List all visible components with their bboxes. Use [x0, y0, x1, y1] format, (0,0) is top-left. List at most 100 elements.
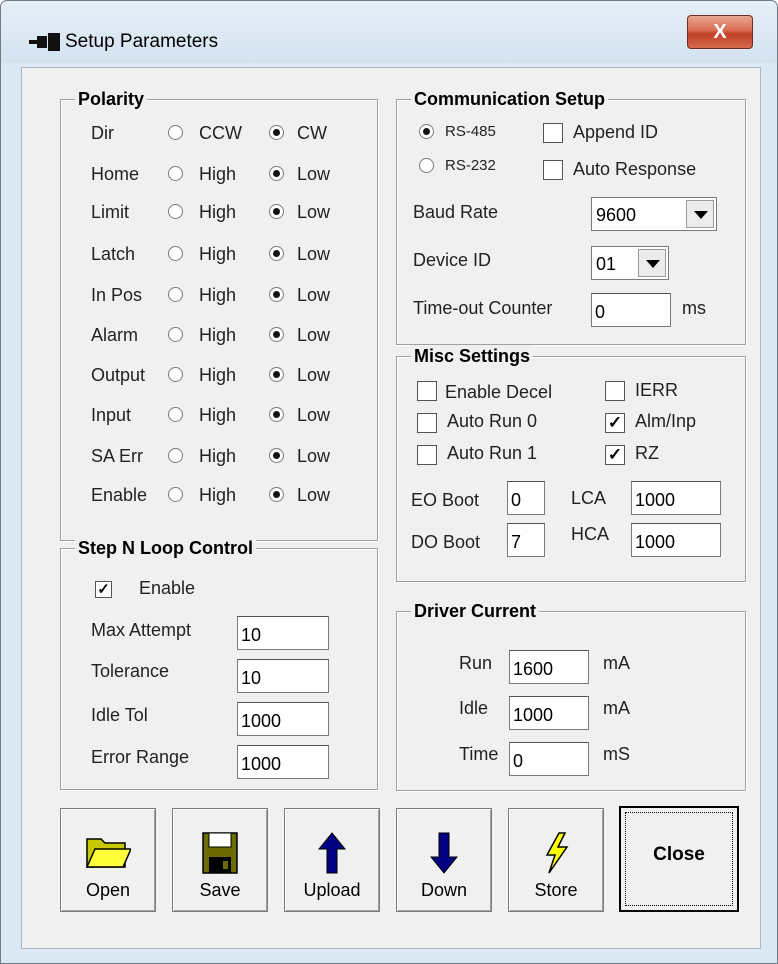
communication-group: Communication Setup RS-485 RS-232 Append… [396, 88, 746, 345]
run-input[interactable]: 1600 [509, 650, 589, 684]
timeout-input[interactable]: 0 [591, 293, 671, 327]
polarity-option2-radio[interactable] [269, 327, 284, 342]
time-unit: mS [603, 744, 630, 764]
append-id-label: Append ID [573, 122, 659, 142]
arrow-down-icon [429, 832, 459, 874]
time-input[interactable]: 0 [509, 742, 589, 776]
hca-label: HCA [571, 524, 610, 544]
step-loop-group: Step N Loop Control ✓ Enable Max Attempt… [60, 537, 378, 790]
auto-run0-label: Auto Run 0 [447, 411, 538, 431]
polarity-option2-radio[interactable] [269, 204, 284, 219]
auto-response-checkbox[interactable] [543, 160, 563, 180]
polarity-row-label: Input [91, 405, 132, 425]
polarity-option2-radio[interactable] [269, 407, 284, 422]
tolerance-input[interactable]: 10 [237, 659, 329, 693]
window-close-button[interactable]: X [687, 15, 753, 49]
store-button[interactable]: Store [508, 808, 604, 912]
chevron-down-icon[interactable] [638, 249, 666, 277]
down-button[interactable]: Down [396, 808, 492, 912]
upload-button-label: Upload [303, 880, 361, 900]
hca-input[interactable]: 1000 [631, 523, 721, 557]
rz-label: RZ [635, 443, 659, 463]
store-button-label: Store [534, 880, 578, 900]
rs485-radio[interactable] [419, 124, 434, 139]
error-range-label: Error Range [91, 747, 190, 767]
auto-response-label: Auto Response [573, 159, 697, 179]
append-id-checkbox[interactable] [543, 123, 563, 143]
tolerance-label: Tolerance [91, 661, 170, 681]
polarity-option2-radio[interactable] [269, 448, 284, 463]
polarity-row-label: Output [91, 365, 146, 385]
polarity-option1-radio[interactable] [168, 448, 183, 463]
error-range-input[interactable]: 1000 [237, 745, 329, 779]
polarity-option2-radio[interactable] [269, 246, 284, 261]
eo-boot-input[interactable]: 0 [507, 481, 545, 515]
auto-run1-checkbox[interactable] [417, 445, 437, 465]
step-loop-enable-checkbox[interactable]: ✓ [95, 581, 112, 598]
polarity-option2-radio[interactable] [269, 287, 284, 302]
eo-boot-label: EO Boot [411, 490, 480, 510]
idle-unit: mA [603, 698, 630, 718]
polarity-option1-radio[interactable] [168, 487, 183, 502]
idle-tol-input[interactable]: 1000 [237, 702, 329, 736]
open-button[interactable]: Open [60, 808, 156, 912]
polarity-option1-radio[interactable] [168, 204, 183, 219]
polarity-option1-radio[interactable] [168, 407, 183, 422]
polarity-option1-radio[interactable] [168, 327, 183, 342]
polarity-option1-label: CCW [199, 123, 242, 143]
polarity-option2-label: Low [297, 244, 331, 264]
idle-input[interactable]: 1000 [509, 696, 589, 730]
lca-input[interactable]: 1000 [631, 481, 721, 515]
baud-rate-label: Baud Rate [413, 202, 499, 222]
polarity-option2-label: CW [297, 123, 327, 143]
folder-icon [85, 838, 131, 868]
polarity-option2-radio[interactable] [269, 125, 284, 140]
alm-inp-checkbox[interactable]: ✓ [605, 413, 625, 433]
polarity-option2-radio[interactable] [269, 487, 284, 502]
polarity-option2-label: Low [297, 325, 331, 345]
save-button[interactable]: Save [172, 808, 268, 912]
open-button-label: Open [85, 880, 131, 900]
polarity-option2-radio[interactable] [269, 166, 284, 181]
floppy-disk-icon [202, 832, 238, 874]
do-boot-input[interactable]: 7 [507, 523, 545, 557]
polarity-group: Polarity Dir CCW CW Home High Low Limit High Low… [60, 88, 378, 541]
polarity-option1-radio[interactable] [168, 287, 183, 302]
baud-rate-value: 9600 [596, 205, 637, 225]
ierr-checkbox[interactable] [605, 381, 625, 401]
baud-rate-select[interactable]: 9600 [591, 197, 717, 231]
device-id-value: 01 [596, 254, 617, 274]
rz-checkbox[interactable]: ✓ [605, 445, 625, 465]
auto-run1-label: Auto Run 1 [447, 443, 538, 463]
chevron-down-icon[interactable] [686, 200, 714, 228]
rs232-radio[interactable] [419, 158, 434, 173]
setup-parameters-window: Setup Parameters X Polarity Dir CCW CW Home… [0, 0, 778, 964]
timeout-unit: ms [682, 298, 706, 318]
polarity-option1-label: High [199, 365, 237, 385]
polarity-option1-label: High [199, 285, 237, 305]
polarity-title: Polarity [75, 88, 148, 110]
polarity-row-label: Limit [91, 202, 130, 222]
polarity-row-label: Alarm [91, 325, 139, 345]
do-boot-label: DO Boot [411, 532, 481, 552]
enable-decel-checkbox[interactable] [417, 381, 437, 401]
arrow-up-icon [317, 832, 347, 874]
polarity-option2-radio[interactable] [269, 367, 284, 382]
title-bar[interactable]: Setup Parameters X [1, 1, 777, 63]
down-button-label: Down [420, 880, 468, 900]
polarity-option2-label: Low [297, 485, 331, 505]
polarity-option1-radio[interactable] [168, 125, 183, 140]
polarity-row-label: SA Err [91, 446, 144, 466]
polarity-option2-label: Low [297, 446, 331, 466]
auto-run0-checkbox[interactable] [417, 413, 437, 433]
polarity-option1-radio[interactable] [168, 246, 183, 261]
step-loop-title: Step N Loop Control [75, 537, 256, 559]
upload-button[interactable]: Upload [284, 808, 380, 912]
max-attempt-input[interactable]: 10 [237, 616, 329, 650]
device-id-select[interactable]: 01 [591, 246, 669, 280]
polarity-option1-radio[interactable] [168, 166, 183, 181]
run-label: Run [459, 653, 493, 673]
save-button-label: Save [199, 880, 241, 900]
polarity-option1-radio[interactable] [168, 367, 183, 382]
close-button[interactable]: Close [619, 806, 739, 912]
